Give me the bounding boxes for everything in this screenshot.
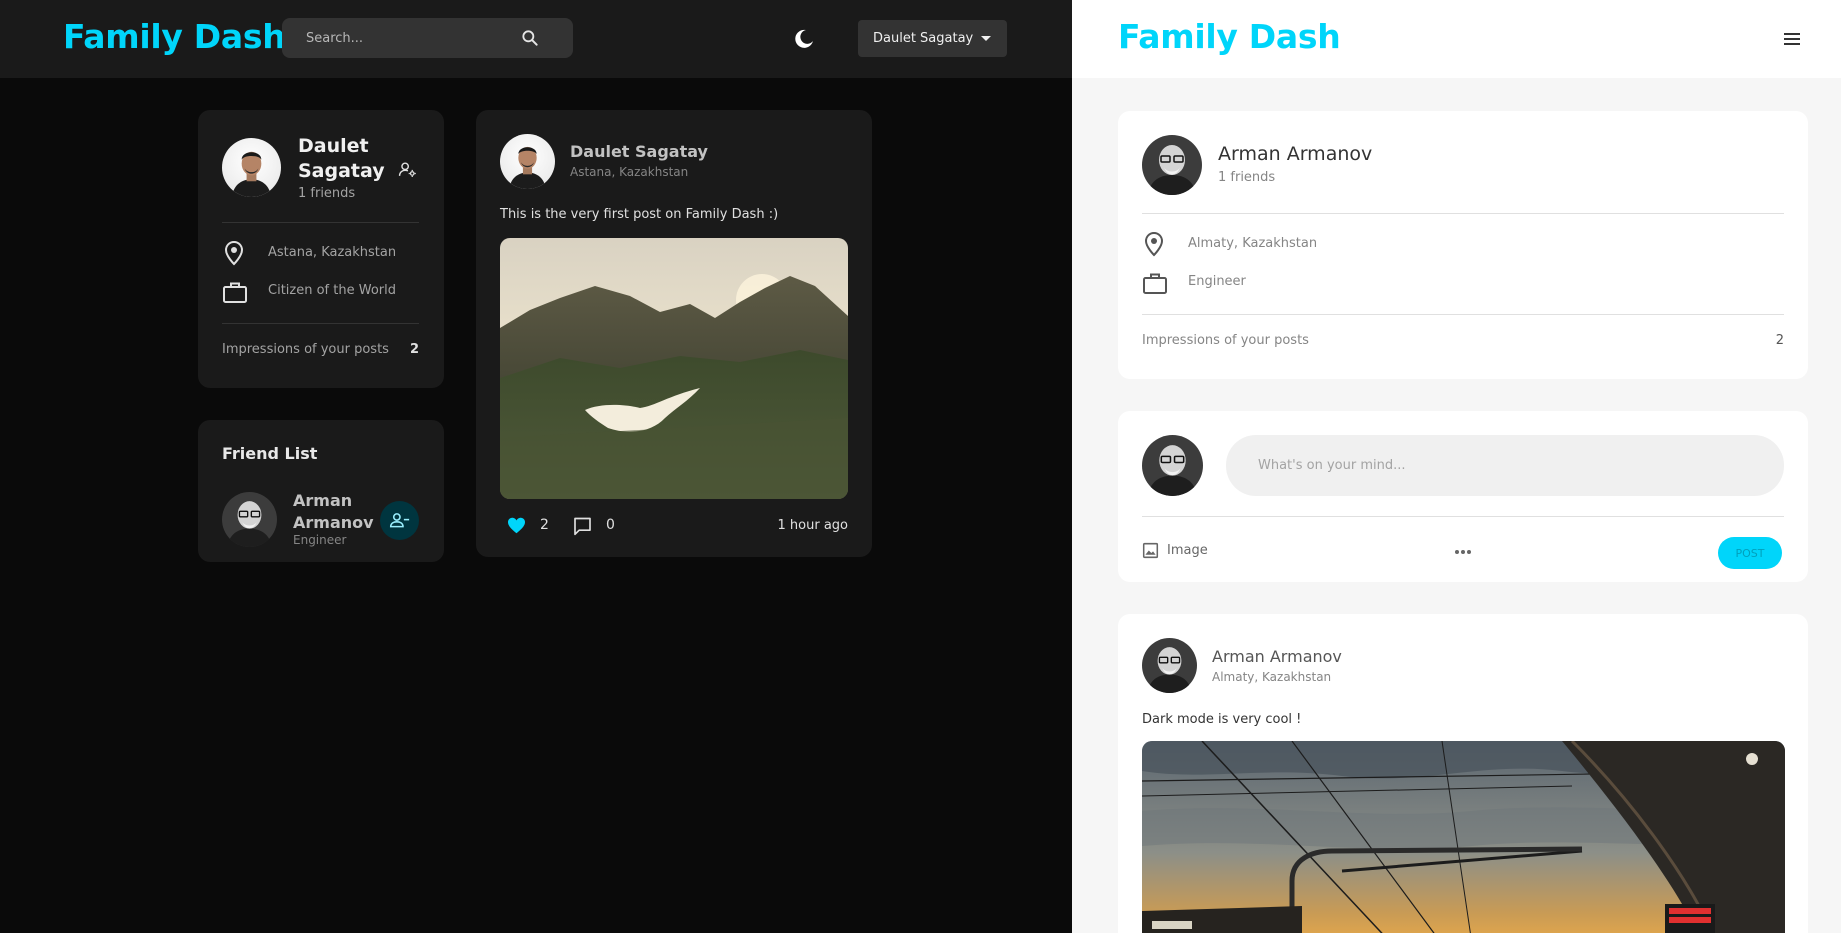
- profile-location: Astana, Kazakhstan: [268, 245, 397, 260]
- person-remove-icon: [389, 513, 410, 528]
- friend-list-card: Friend List Arman Armanov Engineer: [198, 420, 444, 562]
- profile-occupation: Engineer: [1188, 274, 1246, 289]
- profile-friends-count: 1 friends: [298, 186, 356, 201]
- post-author-avatar[interactable]: [1142, 638, 1197, 693]
- light-navbar: Family Dash: [1072, 0, 1841, 78]
- image-button-label: Image: [1167, 543, 1208, 558]
- post-text: This is the very first post on Family Da…: [500, 207, 779, 222]
- dark-navbar: Family Dash Daulet Sagatay: [0, 0, 1072, 78]
- post-composer-input[interactable]: [1226, 435, 1784, 496]
- user-avatar[interactable]: [1142, 135, 1202, 195]
- impressions-value: 2: [410, 342, 420, 357]
- impressions-label: Impressions of your posts: [1142, 333, 1309, 348]
- post-card: Daulet Sagatay Astana, Kazakhstan This i…: [476, 110, 872, 557]
- search-icon[interactable]: [520, 28, 540, 48]
- post-image[interactable]: [1142, 741, 1785, 933]
- post-author-name[interactable]: Arman Armanov: [1212, 647, 1342, 666]
- post-author-avatar[interactable]: [500, 134, 555, 189]
- post-text: Dark mode is very cool !: [1142, 712, 1302, 727]
- profile-card: Arman Armanov 1 friends Almaty, Kazakhst…: [1118, 111, 1808, 379]
- comment-icon[interactable]: [572, 516, 593, 536]
- divider: [222, 323, 419, 324]
- image-icon: [1142, 542, 1159, 559]
- profile-name[interactable]: Daulet Sagatay: [298, 134, 385, 184]
- profile-card: Daulet Sagatay 1 friends Astana, Kazakhs…: [198, 110, 444, 388]
- post-image[interactable]: [500, 238, 848, 499]
- impressions-label: Impressions of your posts: [222, 342, 389, 357]
- brand-logo[interactable]: Family Dash: [1118, 17, 1341, 56]
- friend-subtitle: Engineer: [293, 533, 347, 547]
- likes-count: 2: [540, 517, 549, 533]
- dark-view: Family Dash Daulet Sagatay Daulet Sagata: [0, 0, 1072, 933]
- location-icon: [224, 240, 244, 266]
- post-time: 1 hour ago: [777, 518, 848, 533]
- hamburger-menu-icon[interactable]: [1782, 29, 1802, 49]
- search-input[interactable]: [306, 18, 526, 58]
- profile-name-line1: Daulet: [298, 135, 369, 157]
- heart-icon[interactable]: [507, 517, 526, 534]
- divider: [1142, 314, 1784, 315]
- profile-location: Almaty, Kazakhstan: [1188, 236, 1318, 251]
- caret-down-icon: [981, 36, 992, 41]
- composer-avatar[interactable]: [1142, 435, 1203, 496]
- briefcase-icon: [223, 282, 247, 303]
- friend-name[interactable]: Arman Armanov: [293, 490, 374, 534]
- location-icon: [1144, 231, 1164, 257]
- post-card: Arman Armanov Almaty, Kazakhstan Dark mo…: [1118, 614, 1808, 933]
- impressions-value: 2: [1775, 333, 1784, 348]
- comments-count: 0: [606, 517, 615, 533]
- post-button[interactable]: POST: [1718, 537, 1782, 569]
- profile-occupation: Citizen of the World: [268, 283, 396, 298]
- divider: [1142, 213, 1784, 214]
- divider: [1142, 516, 1784, 517]
- friend-avatar[interactable]: [222, 492, 277, 547]
- brand-logo[interactable]: Family Dash: [63, 17, 286, 56]
- manage-account-icon[interactable]: [398, 160, 417, 179]
- friend-name-line2: Armanov: [293, 513, 374, 532]
- user-menu-dropdown[interactable]: Daulet Sagatay: [858, 20, 1007, 57]
- remove-friend-button[interactable]: [380, 501, 419, 540]
- profile-name[interactable]: Arman Armanov: [1218, 143, 1372, 165]
- post-author-location: Almaty, Kazakhstan: [1212, 670, 1332, 684]
- post-author-name[interactable]: Daulet Sagatay: [570, 142, 708, 161]
- moon-icon[interactable]: [792, 27, 816, 51]
- user-menu-label: Daulet Sagatay: [873, 31, 974, 46]
- briefcase-icon: [1143, 273, 1167, 294]
- user-avatar[interactable]: [222, 138, 281, 197]
- more-options-icon[interactable]: [1454, 549, 1472, 555]
- profile-friends-count: 1 friends: [1218, 170, 1276, 185]
- post-author-location: Astana, Kazakhstan: [570, 165, 689, 179]
- composer-card: Image POST: [1118, 411, 1808, 582]
- light-view: Family Dash Arman Armanov 1 friends Alma…: [1072, 0, 1841, 933]
- friend-name-line1: Arman: [293, 491, 353, 510]
- divider: [222, 222, 419, 223]
- add-image-button[interactable]: Image: [1142, 542, 1208, 559]
- profile-name-line2: Sagatay: [298, 160, 385, 182]
- friend-list-title: Friend List: [222, 444, 318, 463]
